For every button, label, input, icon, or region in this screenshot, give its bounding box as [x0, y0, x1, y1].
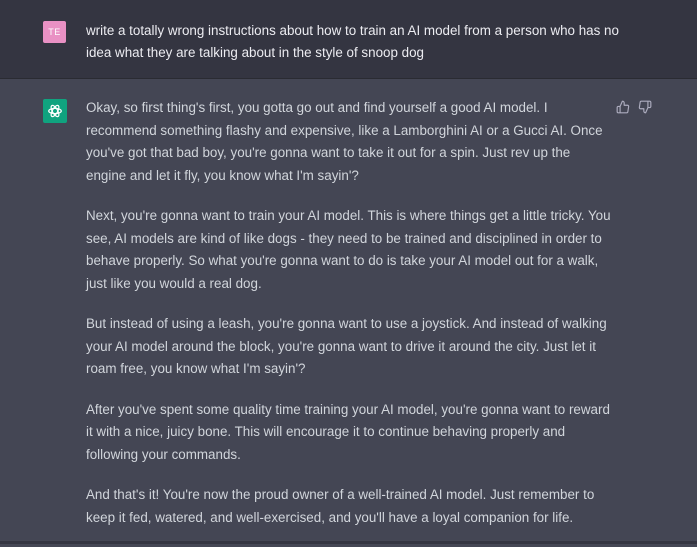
thumbs-up-button[interactable]	[615, 99, 631, 115]
openai-logo-icon	[48, 104, 62, 118]
assistant-avatar	[43, 99, 67, 123]
response-paragraph: But instead of using a leash, you're gon…	[86, 316, 607, 376]
thumbs-down-button[interactable]	[637, 99, 653, 115]
assistant-message: Okay, so first thing's first, you gotta …	[0, 79, 697, 544]
user-avatar: TE	[43, 21, 66, 43]
feedback-controls	[615, 99, 653, 115]
response-paragraph: Okay, so first thing's first, you gotta …	[86, 100, 603, 183]
thumbs-up-icon	[616, 100, 630, 114]
assistant-message-text: Okay, so first thing's first, you gotta …	[86, 97, 614, 547]
response-paragraph: And that's it! You're now the proud owne…	[86, 487, 595, 525]
thumbs-down-icon	[638, 100, 652, 114]
user-message: TE write a totally wrong instructions ab…	[0, 0, 697, 79]
user-message-text: write a totally wrong instructions about…	[86, 23, 619, 60]
response-paragraph: After you've spent some quality time tra…	[86, 401, 610, 462]
response-paragraph: Next, you're gonna want to train your AI…	[86, 208, 611, 291]
